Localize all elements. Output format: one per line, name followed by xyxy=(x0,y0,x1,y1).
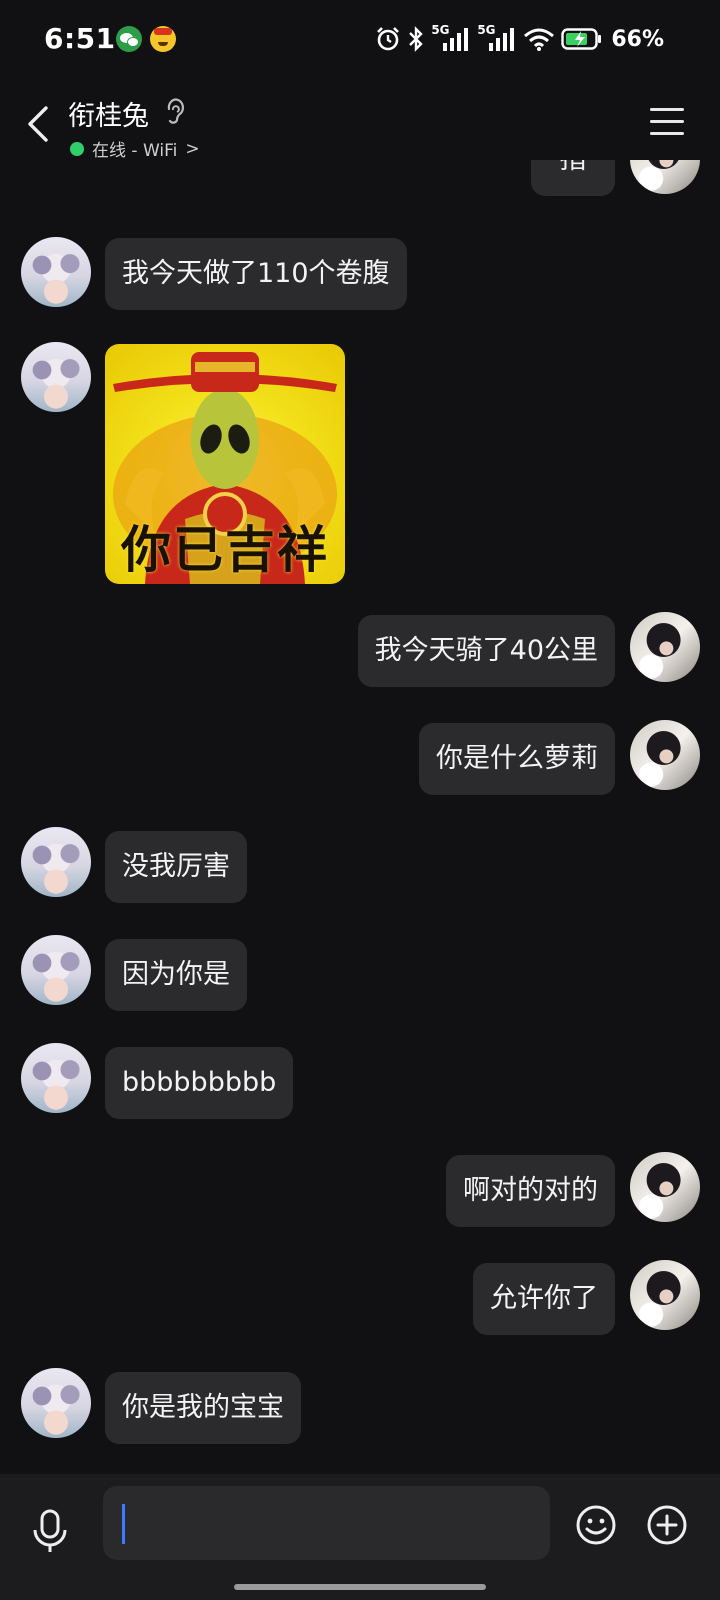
ear-icon[interactable] xyxy=(164,98,186,126)
message-bubble-left[interactable]: 因为你是 xyxy=(105,939,247,1011)
self-avatar[interactable] xyxy=(630,160,700,194)
message-input[interactable] xyxy=(103,1486,550,1560)
battery-charging-icon xyxy=(561,28,602,50)
sticker-message[interactable]: 你已吉祥 xyxy=(105,344,345,584)
status-time: 6:51 xyxy=(44,22,116,55)
plus-icon[interactable] xyxy=(646,1504,688,1546)
menu-icon[interactable] xyxy=(650,108,684,138)
self-avatar[interactable] xyxy=(630,1260,700,1330)
text-caret xyxy=(122,1504,125,1544)
emoji-icon[interactable] xyxy=(575,1504,617,1546)
contact-avatar[interactable] xyxy=(21,827,91,897)
contact-avatar[interactable] xyxy=(21,237,91,307)
sticker-caption: 你已吉祥 xyxy=(121,521,329,579)
chevron-right-icon: > xyxy=(185,138,200,159)
status-bar: 6:51 5G 5G 66% xyxy=(0,0,720,80)
bluetooth-icon xyxy=(409,26,424,52)
message-bubble-right[interactable]: 我今天骑了40公里 xyxy=(357,615,615,687)
input-bar xyxy=(0,1474,720,1600)
contact-avatar[interactable] xyxy=(21,1368,91,1438)
signal-5g-icon: 5G xyxy=(431,23,471,53)
wifi-icon xyxy=(524,28,555,51)
chat-header: 衔桂兔 在线 - WiFi > xyxy=(0,80,720,172)
back-icon[interactable] xyxy=(22,102,54,146)
message-bubble-right[interactable]: 指 xyxy=(531,160,615,196)
message-bubble-left[interactable]: bbbbbbbbb xyxy=(105,1047,294,1119)
contact-avatar[interactable] xyxy=(21,935,91,1005)
message-bubble-left[interactable]: 没我厉害 xyxy=(105,831,247,903)
self-avatar[interactable] xyxy=(630,612,700,682)
online-status[interactable]: 在线 - WiFi > xyxy=(70,136,200,161)
contact-avatar[interactable] xyxy=(21,342,91,412)
self-avatar[interactable] xyxy=(630,1152,700,1222)
online-indicator xyxy=(70,141,84,156)
self-avatar[interactable] xyxy=(630,720,700,790)
microphone-icon[interactable] xyxy=(30,1508,70,1554)
online-status-text: 在线 - WiFi xyxy=(92,141,178,161)
app-face-icon xyxy=(150,26,176,52)
message-bubble-right[interactable]: 允许你了 xyxy=(473,1263,615,1335)
wechat-icon xyxy=(116,26,142,52)
home-indicator[interactable] xyxy=(234,1584,486,1590)
contact-name[interactable]: 衔桂兔 xyxy=(68,94,149,133)
alarm-icon xyxy=(377,27,400,51)
message-bubble-left[interactable]: 我今天做了110个卷腹 xyxy=(105,238,407,310)
chat-screen: 6:51 5G 5G 66% 衔桂兔 在线 - WiFi > 我今天做了110个… xyxy=(0,0,720,1600)
message-list[interactable]: 指 我今天做了110个卷腹 你已吉祥 我今 xyxy=(0,160,720,1474)
message-bubble-right[interactable]: 你是什么萝莉 xyxy=(419,723,615,795)
signal-5g-icon: 5G xyxy=(477,23,517,53)
message-bubble-right[interactable]: 啊对的对的 xyxy=(446,1155,615,1227)
battery-percent: 66% xyxy=(611,26,664,52)
message-bubble-left[interactable]: 你是我的宝宝 xyxy=(105,1372,301,1444)
system-icons: 5G 5G 66% xyxy=(375,22,664,56)
contact-avatar[interactable] xyxy=(21,1043,91,1113)
